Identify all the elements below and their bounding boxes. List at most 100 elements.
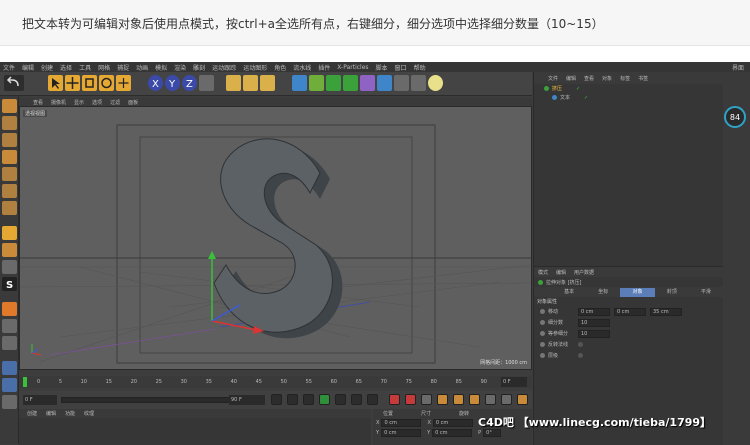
polygons-mode-icon[interactable] xyxy=(2,201,17,215)
deformer-icon[interactable] xyxy=(360,75,375,91)
menu-select[interactable]: 选择 xyxy=(60,63,72,72)
menu-simulate[interactable]: 模拟 xyxy=(155,63,167,72)
undo-icon[interactable] xyxy=(4,75,24,91)
layer-settings-icon[interactable] xyxy=(2,395,17,409)
menu-character[interactable]: 角色 xyxy=(274,63,286,72)
movement-y-field[interactable]: 0 cm xyxy=(614,307,646,316)
menu-tools[interactable]: 工具 xyxy=(79,63,91,72)
rotation-key-icon[interactable] xyxy=(469,394,480,405)
recent-tool-icon[interactable] xyxy=(116,75,131,91)
cube-icon[interactable] xyxy=(292,75,307,91)
rotation-p-field[interactable]: 0° xyxy=(483,429,502,437)
animate-dot-icon[interactable] xyxy=(540,353,545,358)
make-editable-icon[interactable] xyxy=(2,99,17,113)
record-active-icon[interactable] xyxy=(389,394,400,405)
animate-dot-icon[interactable] xyxy=(540,309,545,314)
start-frame-field[interactable]: 0 F xyxy=(23,395,57,405)
animate-dot-icon[interactable] xyxy=(540,320,545,325)
point-level-key-icon[interactable] xyxy=(501,394,512,405)
layer-solo-icon[interactable] xyxy=(2,378,17,392)
material-menu-function[interactable]: 功能 xyxy=(65,410,75,417)
menu-xparticles[interactable]: X-Particles xyxy=(337,64,368,71)
om-menu-tags[interactable]: 标签 xyxy=(620,75,630,82)
keyframe-selection-icon[interactable] xyxy=(421,394,432,405)
render-settings-icon[interactable] xyxy=(260,75,275,91)
viewport-menu-view[interactable]: 查看 xyxy=(33,99,43,106)
y-axis-icon[interactable]: Y xyxy=(165,75,180,91)
play-icon[interactable] xyxy=(319,394,330,405)
material-menu-texture[interactable]: 纹理 xyxy=(84,410,94,417)
viewport-menu-filter[interactable]: 过滤 xyxy=(110,99,120,106)
current-frame-field[interactable]: 0 F xyxy=(501,377,527,387)
tweak-icon[interactable] xyxy=(2,243,17,257)
tab-caps[interactable]: 封顶 xyxy=(655,288,689,297)
isoparm-field[interactable]: 10 xyxy=(578,329,610,338)
scale-icon[interactable] xyxy=(82,75,97,91)
autokey-icon[interactable] xyxy=(405,394,416,405)
tab-basic[interactable]: 基本 xyxy=(552,288,586,297)
position-key-icon[interactable] xyxy=(437,394,448,405)
go-to-end-icon[interactable] xyxy=(367,394,378,405)
om-menu-view[interactable]: 查看 xyxy=(584,75,594,82)
tab-object[interactable]: 对象 xyxy=(620,287,655,297)
menu-script[interactable]: 脚本 xyxy=(376,63,388,72)
animate-dot-icon[interactable] xyxy=(540,342,545,347)
material-menu-edit[interactable]: 编辑 xyxy=(46,410,56,417)
camera-icon[interactable] xyxy=(411,75,426,91)
om-menu-edit[interactable]: 编辑 xyxy=(566,75,576,82)
menu-create[interactable]: 创建 xyxy=(41,63,53,72)
z-axis-icon[interactable]: Z xyxy=(182,75,197,91)
am-menu-edit[interactable]: 编辑 xyxy=(556,269,566,276)
check-icon[interactable]: ✓ xyxy=(576,86,580,92)
workplane-icon[interactable] xyxy=(2,150,17,164)
next-frame-icon[interactable] xyxy=(335,394,346,405)
viewport-menu-display[interactable]: 显示 xyxy=(74,99,84,106)
menu-mesh[interactable]: 网格 xyxy=(98,63,110,72)
cloner-icon[interactable] xyxy=(343,75,358,91)
movement-z-field[interactable]: 35 cm xyxy=(650,307,682,316)
menu-animate[interactable]: 动画 xyxy=(136,63,148,72)
edges-mode-icon[interactable] xyxy=(2,184,17,198)
next-key-icon[interactable] xyxy=(351,394,362,405)
light-icon[interactable] xyxy=(428,75,443,91)
enable-axis-icon[interactable] xyxy=(2,226,17,240)
planar-workplane-icon[interactable] xyxy=(2,336,17,350)
check-icon[interactable]: ✓ xyxy=(584,95,588,101)
hierarchical-checkbox[interactable] xyxy=(578,353,583,358)
previous-key-icon[interactable] xyxy=(287,394,298,405)
om-menu-file[interactable]: 文件 xyxy=(548,75,558,82)
om-menu-objects[interactable]: 对象 xyxy=(602,75,612,82)
model-mode-icon[interactable] xyxy=(2,116,17,130)
object-row-extrude[interactable]: 挤压 ✓ xyxy=(534,84,723,93)
menu-help[interactable]: 帮助 xyxy=(414,63,426,72)
subdivision-field[interactable]: 10 xyxy=(578,318,610,327)
material-menu-create[interactable]: 创建 xyxy=(27,410,37,417)
go-to-start-icon[interactable] xyxy=(271,394,282,405)
tab-coord[interactable]: 坐标 xyxy=(586,288,620,297)
rotate-icon[interactable] xyxy=(99,75,114,91)
playhead[interactable] xyxy=(23,377,27,387)
floor-icon[interactable] xyxy=(394,75,409,91)
snap-icon[interactable] xyxy=(2,260,17,274)
previous-frame-icon[interactable] xyxy=(303,394,314,405)
menu-file[interactable]: 文件 xyxy=(3,63,15,72)
timeline-window-icon[interactable] xyxy=(517,394,528,405)
menu-render[interactable]: 渲染 xyxy=(174,63,186,72)
tab-smoothing[interactable]: 平滑 xyxy=(689,288,723,297)
om-menu-bookmarks[interactable]: 书签 xyxy=(638,75,648,82)
parameter-key-icon[interactable] xyxy=(485,394,496,405)
scale-key-icon[interactable] xyxy=(453,394,464,405)
x-axis-icon[interactable]: X xyxy=(148,75,163,91)
menu-edit[interactable]: 编辑 xyxy=(22,63,34,72)
menu-mograph[interactable]: 运动图形 xyxy=(243,63,267,72)
viewport-menu-panel[interactable]: 面板 xyxy=(128,99,138,106)
size-x-field[interactable]: 0 cm xyxy=(432,419,473,427)
points-mode-icon[interactable] xyxy=(2,167,17,181)
menu-motion-tracking[interactable]: 运动跟踪 xyxy=(212,63,236,72)
size-y-field[interactable]: 0 cm xyxy=(432,429,473,437)
perspective-viewport[interactable]: 透视视图 网格间距：1000 cm xyxy=(19,106,532,370)
menu-window[interactable]: 窗口 xyxy=(395,63,407,72)
locked-workplane-icon[interactable] xyxy=(2,319,17,333)
object-row-text[interactable]: 文本 ✓ xyxy=(534,93,723,102)
timeline-ruler[interactable]: 0 5 10 15 20 25 30 35 40 45 50 55 60 65 … xyxy=(19,376,532,388)
